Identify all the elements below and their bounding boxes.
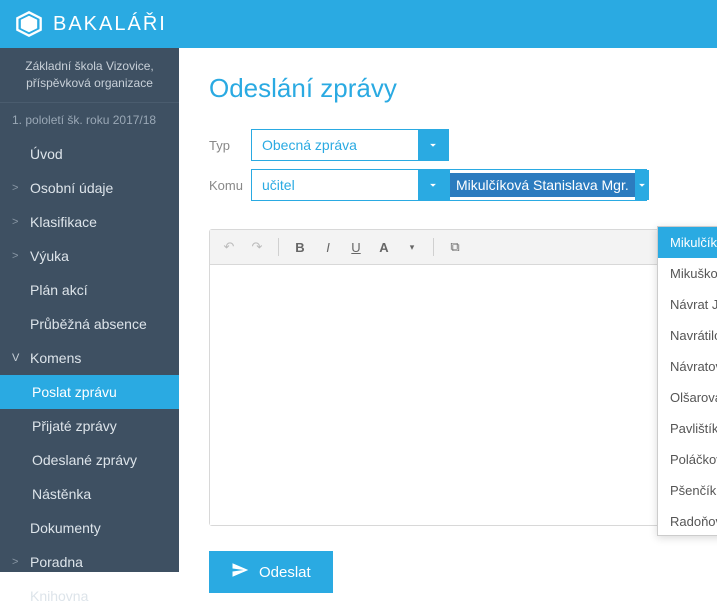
dropdown-item[interactable]: Návratová Helena Mgr. <box>658 351 717 382</box>
editor-toolbar: ↶ ↷ B I U A ▾ ⧉ <box>210 230 686 265</box>
nav-uvod[interactable]: Úvod <box>0 137 179 171</box>
send-icon <box>231 561 249 583</box>
nav-nastenka[interactable]: Nástěnka <box>0 477 179 511</box>
dropdown-item[interactable]: Mikulčíková Stanislava Mgr. <box>658 227 717 258</box>
page-title: Odeslání zprávy <box>209 73 687 104</box>
send-button[interactable]: Odeslat <box>209 551 333 593</box>
chevron-down-icon[interactable] <box>418 170 448 200</box>
editor-textarea[interactable] <box>210 265 686 525</box>
semester[interactable]: 1. pololetí šk. roku 2017/18 <box>0 103 179 137</box>
role-select[interactable]: učitel <box>251 169 449 201</box>
form-row-type: Typ Obecná zpráva <box>209 129 687 161</box>
send-label: Odeslat <box>259 564 311 581</box>
dropdown-item[interactable]: Mikušková Zuzana Mgr. <box>658 258 717 289</box>
message-editor: ↶ ↷ B I U A ▾ ⧉ <box>209 229 687 526</box>
chevron-down-icon[interactable] <box>635 170 649 200</box>
school-info: Základní škola Vizovice, příspěvková org… <box>0 48 179 103</box>
app-header: BAKALÁŘI <box>0 0 717 48</box>
nav-vyuka[interactable]: >Výuka <box>0 239 179 273</box>
dropdown-item[interactable]: Navrátilová Lucie Mgr. <box>658 320 717 351</box>
chevron-down-icon: V <box>12 352 30 364</box>
main-content: Odeslání zprávy Typ Obecná zpráva Komu u… <box>179 48 717 572</box>
type-select[interactable]: Obecná zpráva <box>251 129 449 161</box>
type-value: Obecná zpráva <box>252 137 418 153</box>
nav-dokumenty[interactable]: Dokumenty <box>0 511 179 545</box>
nav-osobni-udaje[interactable]: >Osobní údaje <box>0 171 179 205</box>
nav-poslat-zpravu[interactable]: Poslat zprávu <box>0 375 179 409</box>
person-dropdown: Mikulčíková Stanislava Mgr.Mikušková Zuz… <box>657 226 717 536</box>
chevron-right-icon: > <box>12 250 30 262</box>
separator <box>278 238 279 256</box>
copy-icon[interactable]: ⧉ <box>444 236 466 258</box>
school-name: Základní škola Vizovice, příspěvková org… <box>12 58 167 92</box>
dropdown-item[interactable]: Pavlištíková Petra Mgr. <box>658 413 717 444</box>
role-value: učitel <box>252 177 418 193</box>
dropdown-item[interactable]: Poláčková Marie Mgr. <box>658 444 717 475</box>
nav-knihovna[interactable]: Knihovna <box>0 579 179 613</box>
form-row-recipient: Komu učitel Mikulčíková Stanislava Mgr. <box>209 169 687 201</box>
dropdown-item[interactable]: Olšarová Anna <box>658 382 717 413</box>
chevron-down-icon[interactable] <box>418 130 448 160</box>
underline-icon[interactable]: U <box>345 236 367 258</box>
bold-icon[interactable]: B <box>289 236 311 258</box>
chevron-right-icon: > <box>12 216 30 228</box>
redo-icon[interactable]: ↷ <box>246 236 268 258</box>
logo-icon <box>15 10 43 38</box>
nav-plan-akci[interactable]: Plán akcí <box>0 273 179 307</box>
italic-icon[interactable]: I <box>317 236 339 258</box>
nav-odeslane-zpravy[interactable]: Odeslané zprávy <box>0 443 179 477</box>
dropdown-item[interactable]: Radoňová Hana <box>658 506 717 536</box>
dropdown-item[interactable]: Pšenčík Josef <box>658 475 717 506</box>
person-value: Mikulčíková Stanislava Mgr. <box>450 173 635 197</box>
sidebar: Základní škola Vizovice, příspěvková org… <box>0 48 179 572</box>
nav-prubezna-absence[interactable]: Průběžná absence <box>0 307 179 341</box>
logo-text: BAKALÁŘI <box>53 13 167 36</box>
person-select[interactable]: Mikulčíková Stanislava Mgr. <box>449 169 647 201</box>
nav: Úvod >Osobní údaje >Klasifikace >Výuka P… <box>0 137 179 613</box>
nav-prijate-zpravy[interactable]: Přijaté zprávy <box>0 409 179 443</box>
font-color-icon[interactable]: A <box>373 236 395 258</box>
nav-klasifikace[interactable]: >Klasifikace <box>0 205 179 239</box>
nav-poradna[interactable]: >Poradna <box>0 545 179 579</box>
undo-icon[interactable]: ↶ <box>218 236 240 258</box>
chevron-right-icon: > <box>12 182 30 194</box>
type-label: Typ <box>209 138 251 153</box>
nav-komens[interactable]: VKomens <box>0 341 179 375</box>
recipient-label: Komu <box>209 178 251 193</box>
logo: BAKALÁŘI <box>15 10 167 38</box>
chevron-right-icon: > <box>12 556 30 568</box>
dropdown-icon[interactable]: ▾ <box>401 236 423 258</box>
dropdown-item[interactable]: Návrat Jindřich Mgr. <box>658 289 717 320</box>
separator <box>433 238 434 256</box>
